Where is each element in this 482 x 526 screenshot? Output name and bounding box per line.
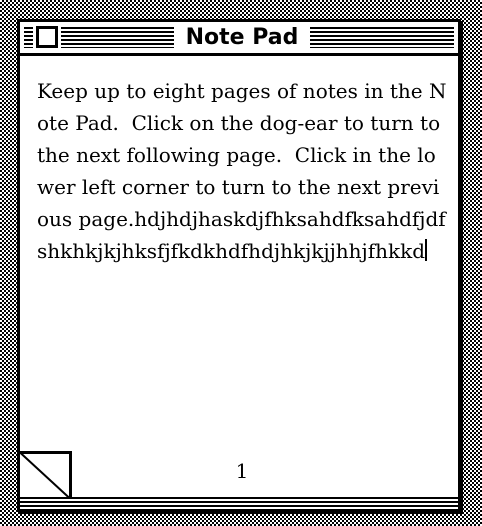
bottom-bar bbox=[20, 497, 458, 509]
note-text: Keep up to eight pages of notes in the N… bbox=[37, 79, 447, 263]
text-cursor bbox=[425, 239, 428, 261]
window-title: Note Pad bbox=[174, 22, 310, 53]
title-bar-stripes-right bbox=[310, 27, 454, 48]
close-box-icon[interactable] bbox=[36, 26, 58, 48]
dog-ear-icon[interactable] bbox=[20, 451, 72, 501]
note-page[interactable]: Keep up to eight pages of notes in the N… bbox=[20, 56, 458, 501]
note-text-area[interactable]: Keep up to eight pages of notes in the N… bbox=[37, 75, 449, 267]
note-pad-window: Note Pad Keep up to eight pages of notes… bbox=[17, 19, 461, 512]
page-number: 1 bbox=[235, 459, 249, 483]
title-bar[interactable]: Note Pad bbox=[20, 22, 458, 56]
